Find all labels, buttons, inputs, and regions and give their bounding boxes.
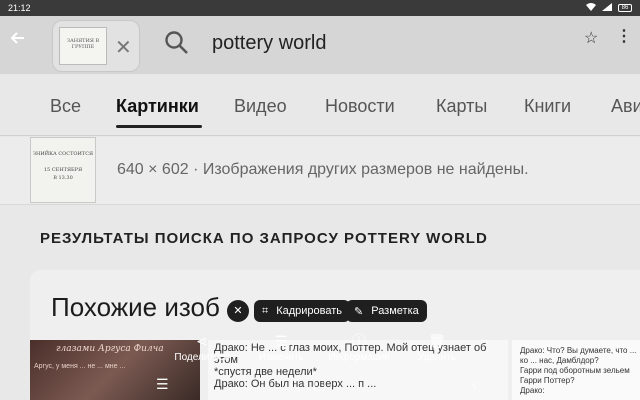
tab-images[interactable]: Картинки [116, 96, 199, 117]
back-arrow-icon[interactable] [10, 30, 30, 50]
delete-button[interactable]: 🗑 Удалить [397, 332, 477, 363]
dismiss-popup-button[interactable]: ✕ [227, 300, 249, 322]
status-time: 21:12 [8, 3, 31, 13]
close-icon[interactable]: ✕ [115, 35, 132, 60]
tab-more[interactable]: Ави [611, 96, 640, 117]
tab-books[interactable]: Книги [524, 96, 571, 117]
tab-maps[interactable]: Карты [436, 96, 487, 117]
menu-icon[interactable]: ☰ [156, 376, 169, 393]
crop-label: Кадрировать [276, 305, 343, 317]
screenshot-actions-bar: ⋖ Поделиться ☰ Изменить ⓘ Информация 🗑 У… [0, 332, 640, 372]
wifi-icon [586, 3, 596, 13]
image-size-text: 640 × 602 · Изображения других размеров … [117, 161, 529, 178]
tab-video[interactable]: Видео [234, 96, 287, 117]
edit-button[interactable]: ☰ Изменить [241, 332, 321, 363]
home-icon[interactable]: ▢ [313, 376, 326, 393]
share-icon: ⋖ [196, 333, 208, 349]
status-bar: 21:12 86 [0, 0, 640, 16]
info-icon: ⓘ [352, 333, 366, 349]
search-tabs: Все Картинки Видео Новости Карты Книги А… [0, 74, 640, 136]
tab-news[interactable]: Новости [325, 96, 395, 117]
edit-icon: ☰ [274, 333, 288, 349]
delete-icon: 🗑 [428, 333, 446, 349]
search-icon[interactable] [164, 30, 190, 61]
search-query[interactable]: pottery world [212, 32, 327, 55]
more-vert-icon[interactable]: ⋮ [616, 26, 632, 46]
source-image-thumbnail[interactable]: ЗНИЙКА СОСТОИТСЯ 15 СЕНТЯБРЯ В 13.30 [30, 137, 96, 203]
search-header: ЗАНЯТИЯ В ГРУППЕ ✕ pottery world ☆ ⋮ [0, 16, 640, 74]
markup-icon: ✎ [354, 305, 364, 318]
signal-icon [602, 3, 612, 13]
chip-thumbnail: ЗАНЯТИЯ В ГРУППЕ [59, 27, 107, 65]
tab-all[interactable]: Все [50, 96, 81, 117]
results-heading: РЕЗУЛЬТАТЫ ПОИСКА ПО ЗАПРОСУ POTTERY WOR… [40, 230, 488, 247]
markup-label: Разметка [371, 305, 419, 317]
back-nav-icon[interactable]: ‹ [472, 376, 477, 392]
markup-button[interactable]: ✎ Разметка [346, 300, 427, 322]
similar-images-title: Похожие изоб [51, 292, 220, 322]
info-button[interactable]: ⓘ Информация [319, 332, 399, 363]
navigation-bar: ☰ ▢ ‹ [0, 376, 640, 398]
image-info-row: ЗНИЙКА СОСТОИТСЯ 15 СЕНТЯБРЯ В 13.30 640… [0, 137, 640, 205]
crop-button[interactable]: ⌗ Кадрировать [254, 300, 351, 322]
share-button[interactable]: ⋖ Поделиться [162, 332, 242, 363]
image-query-chip[interactable]: ЗАНЯТИЯ В ГРУППЕ ✕ [52, 20, 140, 72]
crop-icon: ⌗ [262, 304, 269, 317]
star-icon[interactable]: ☆ [584, 28, 598, 48]
battery-icon: 86 [618, 4, 632, 12]
active-tab-indicator [116, 125, 202, 128]
